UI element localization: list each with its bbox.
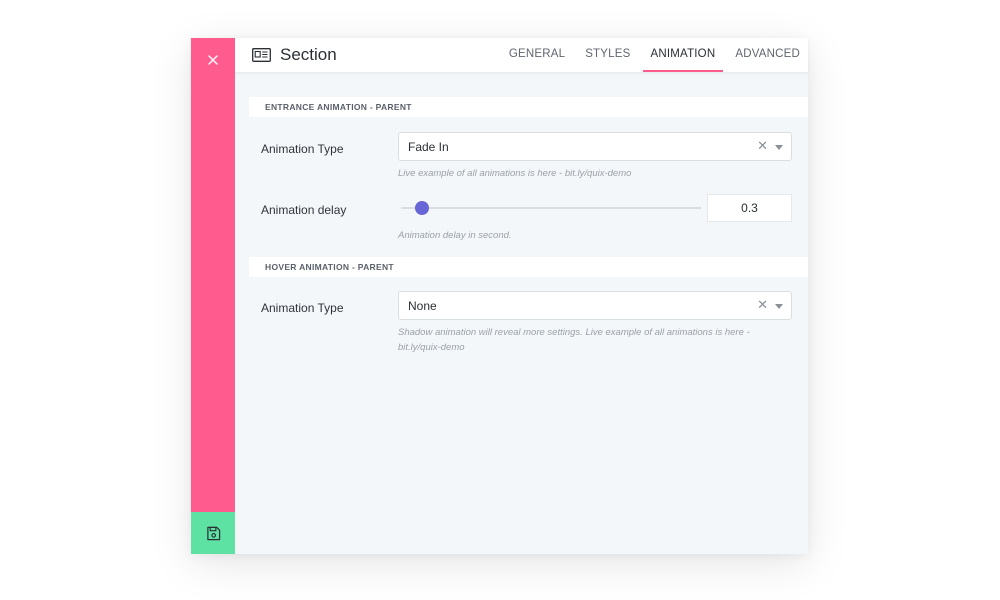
clear-icon[interactable]: ✕ [757,297,768,313]
settings-main: Section GENERAL STYLES ANIMATION ADVANCE… [235,38,808,554]
close-icon [208,55,218,65]
sidebar [191,38,235,554]
hover-animation-heading: HOVER ANIMATION - PARENT [249,257,808,277]
panel-title: Section [280,45,337,64]
entrance-animation-type-label: Animation Type [261,142,344,156]
hover-animation-help-line-1: Shadow animation will reveal more settin… [398,327,750,338]
tab-advanced[interactable]: ADVANCED [727,38,808,72]
save-button[interactable] [191,512,235,554]
clear-icon[interactable]: ✕ [757,138,768,154]
entrance-animation-type-select[interactable]: Fade In ✕ [398,132,792,161]
slider-thumb[interactable] [415,201,429,215]
slider-track [401,207,701,209]
animation-delay-slider[interactable] [398,194,704,222]
entrance-animation-heading: ENTRANCE ANIMATION - PARENT [249,97,808,117]
animation-delay-label: Animation delay [261,203,347,217]
tab-animation[interactable]: ANIMATION [642,38,724,72]
tab-styles[interactable]: STYLES [577,38,638,72]
entrance-animation-type-help: Live example of all animations is here -… [398,168,632,179]
hover-animation-type-select[interactable]: None ✕ [398,291,792,320]
hover-animation-type-value: None [408,299,437,313]
element-settings-panel: Section GENERAL STYLES ANIMATION ADVANCE… [191,38,808,554]
hover-animation-help-line-2: bit.ly/quix-demo [398,342,465,353]
hover-animation-type-label: Animation Type [261,301,344,315]
panel-header: Section GENERAL STYLES ANIMATION ADVANCE… [235,38,808,73]
chevron-down-icon[interactable] [775,145,783,150]
tab-general[interactable]: GENERAL [501,38,573,72]
tab-bar: GENERAL STYLES ANIMATION ADVANCED [497,38,808,72]
animation-delay-help: Animation delay in second. [398,230,512,241]
section-icon [252,48,271,62]
chevron-down-icon[interactable] [775,304,783,309]
close-button[interactable] [203,50,223,70]
save-icon [206,526,220,540]
entrance-animation-type-value: Fade In [408,140,449,154]
animation-delay-input[interactable]: 0.3 [707,194,792,222]
hover-animation-type-help: Shadow animation will reveal more settin… [398,325,778,355]
